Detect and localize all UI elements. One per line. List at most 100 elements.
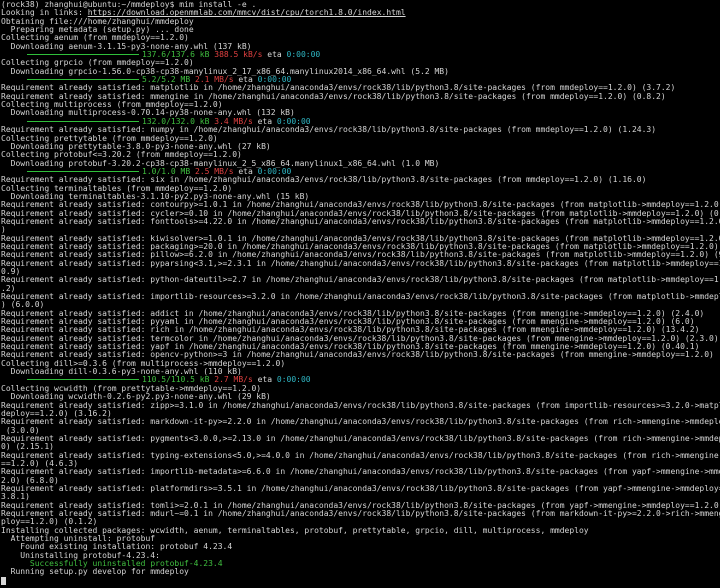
line-text: Uninstalling protobuf-4.23.4: [1,551,160,560]
line-text: Requirement already satisfied: pygments<… [1,434,720,443]
line-text: 2.0) (6.8.0) [1,476,59,485]
download-rate: 2.7 MB/s [214,376,253,385]
line-text: Downloading terminaltables-3.1.10-py2.py… [1,192,310,201]
progress-bar [27,79,139,81]
line-text: Obtaining file:///home/zhanghui/mmdeploy [1,17,194,26]
download-eta: 0:00:00 [257,167,292,176]
line-text: Collecting aenum (from mmdeploy==1.2.0) [1,34,189,43]
terminal-line: Requirement already satisfied: mmengine … [1,93,720,101]
terminal-line: Found existing installation: protobuf 4.… [1,543,720,551]
terminal-line: Requirement already satisfied: pygments<… [1,435,720,443]
terminal-line: Collecting terminaltables (from mmdeploy… [1,185,720,193]
terminal-line: Requirement already satisfied: markdown-… [1,418,720,426]
line-text: Collecting wcwidth (from prettytable->mm… [1,384,262,393]
terminal-line: Requirement already satisfied: addict in… [1,310,720,318]
terminal-line: Requirement already satisfied: rich in /… [1,326,720,334]
terminal-line: Uninstalling protobuf-4.23.4: [1,552,720,560]
terminal-line: Collecting multiprocess (from mmdeploy==… [1,101,720,109]
terminal-line: Collecting protobuf<=3.20.2 (from mmdepl… [1,151,720,159]
terminal-line: Collecting aenum (from mmdeploy==1.2.0) [1,34,720,42]
terminal-line: Looking in links: https://download.openm… [1,9,720,17]
progress-line: 137.6/137.6 kB 388.5 kB/s eta 0:00:00 [1,51,720,59]
line-text: Requirement already satisfied: mmengine … [1,92,666,101]
progress-bar [27,170,139,172]
progress-line: 132.0/132.0 kB 3.4 MB/s eta 0:00:00 [1,118,720,126]
terminal-line: Requirement already satisfied: pyparsing… [1,260,720,268]
terminal-line: Requirement already satisfied: opencv-py… [1,351,720,359]
terminal-line: Collecting wcwidth (from prettytable->mm… [1,385,720,393]
line-text: Collecting multiprocess (from mmdeploy==… [1,101,223,110]
terminal-line: Requirement already satisfied: six in /h… [1,176,720,184]
line-text [1,560,30,568]
terminal-line: 3.8.1) [1,493,720,501]
line-text: ploy==1.2.0) (0.1.2) [1,518,98,527]
terminal-line: Obtaining file:///home/zhanghui/mmdeploy [1,18,720,26]
terminal-line: Requirement already satisfied: packaging… [1,243,720,251]
line-text: Requirement already satisfied: kiwisolve… [1,234,720,243]
download-eta: 0:00:00 [276,376,311,385]
line-text: Downloading wcwidth-0.2.6-py2.py3-none-a… [1,393,271,402]
terminal-line: Downloading multiprocess-0.70.14-py38-no… [1,109,720,117]
terminal-line: Downloading aenum-3.1.15-py3-none-any.wh… [1,43,720,51]
progress-bar [27,379,139,381]
line-text: Downloading protobuf-3.20.2-cp38-cp38-ma… [1,159,440,168]
progress-bar [27,54,139,56]
line-text: Requirement already satisfied: matplotli… [1,84,676,93]
terminal-line: Downloading grpcio-1.56.0-cp38-cp38-many… [1,68,720,76]
terminal-window[interactable]: (rock38) zhanghui@ubuntu:~/mmdeploy$ mim… [0,0,720,588]
line-text: Collecting grpcio (from mmdeploy==1.2.0) [1,59,194,68]
terminal-line: Requirement already satisfied: importlib… [1,468,720,476]
line-text: Downloading aenum-3.1.15-py3-none-any.wh… [1,42,252,51]
download-size: 5.2/5.2 MB [142,76,191,85]
line-text: Requirement already satisfied: pyyaml in… [1,318,695,327]
terminal-line: Requirement already satisfied: cycler>=0… [1,210,720,218]
terminal-line: ==1.2.0) (4.6.3) [1,460,720,468]
line-text: Requirement already satisfied: tomli>=2.… [1,501,720,510]
download-eta: 0:00:00 [276,117,311,126]
terminal-line: 0.9) [1,268,720,276]
line-text: Running setup.py develop for mmdeploy [1,568,189,577]
line-text: .2) [1,284,16,293]
terminal-line: ) [1,226,720,234]
terminal-line: Requirement already satisfied: python-da… [1,276,720,284]
line-text: Preparing metadata (setup.py) ... done [1,26,194,35]
line-text: Requirement already satisfied: pillow>=6… [1,251,720,260]
download-rate: 388.5 kB/s [214,51,263,60]
terminal-cursor [1,576,6,585]
download-rate: 3.4 MB/s [214,117,253,126]
line-text: Attempting uninstall: protobuf [1,535,156,543]
progress-line: 110.5/110.5 kB 2.7 MB/s eta 0:00:00 [1,376,720,384]
line-text: Requirement already satisfied: markdown-… [1,418,720,427]
terminal-line: Running setup.py develop for mmdeploy [1,568,720,576]
line-text: ==1.2.0) (4.6.3) [1,459,79,468]
terminal-line: Requirement already satisfied: importlib… [1,293,720,301]
line-text: (rock38) zhanghui@ubuntu:~/mmdeploy$ mim… [1,1,257,9]
progress-line: 1.0/1.0 MB 2.5 MB/s eta 0:00:00 [1,168,720,176]
terminal-line: Requirement already satisfied: yapf in /… [1,343,720,351]
line-text: Requirement already satisfied: numpy in … [1,126,657,135]
terminal-line: Downloading protobuf-3.20.2-cp38-cp38-ma… [1,160,720,168]
line-text: 3.8.1) [1,493,30,502]
terminal-line: Downloading prettytable-3.8.0-py3-none-a… [1,143,720,151]
line-text: 0) (2.15.1) [1,443,54,452]
terminal-line: Downloading dill-0.3.6-py3-none-any.whl … [1,368,720,376]
line-text: Downloading multiprocess-0.70.14-py38-no… [1,109,295,118]
terminal-line: Requirement already satisfied: mdurl~=0.… [1,510,720,518]
terminal-line: Collecting dill>=0.3.6 (from multiproces… [1,360,720,368]
line-text: Downloading dill-0.3.6-py3-none-any.whl … [1,368,242,377]
terminal-line: Requirement already satisfied: pillow>=6… [1,251,720,259]
download-size: 137.6/137.6 kB [142,51,210,60]
line-text: Looking in links: [1,9,88,18]
index-url-link[interactable]: https://download.openmmlab.com/mmcv/dist… [88,9,406,17]
download-rate: 2.5 MB/s [195,167,234,176]
download-size: 1.0/1.0 MB [142,167,191,176]
terminal-line: ploy==1.2.0) (0.1.2) [1,518,720,526]
line-text: Requirement already satisfied: importlib… [1,293,720,302]
line-text: Requirement already satisfied: packaging… [1,242,720,251]
terminal-line: Downloading wcwidth-0.2.6-py2.py3-none-a… [1,393,720,401]
line-text: Requirement already satisfied: zipp>=3.1… [1,401,720,410]
line-text: Downloading prettytable-3.8.0-py3-none-a… [1,142,271,151]
line-text: Requirement already satisfied: yapf in /… [1,343,700,352]
terminal-line: 2.0) (6.8.0) [1,477,720,485]
line-text: Requirement already satisfied: platformd… [1,484,720,493]
